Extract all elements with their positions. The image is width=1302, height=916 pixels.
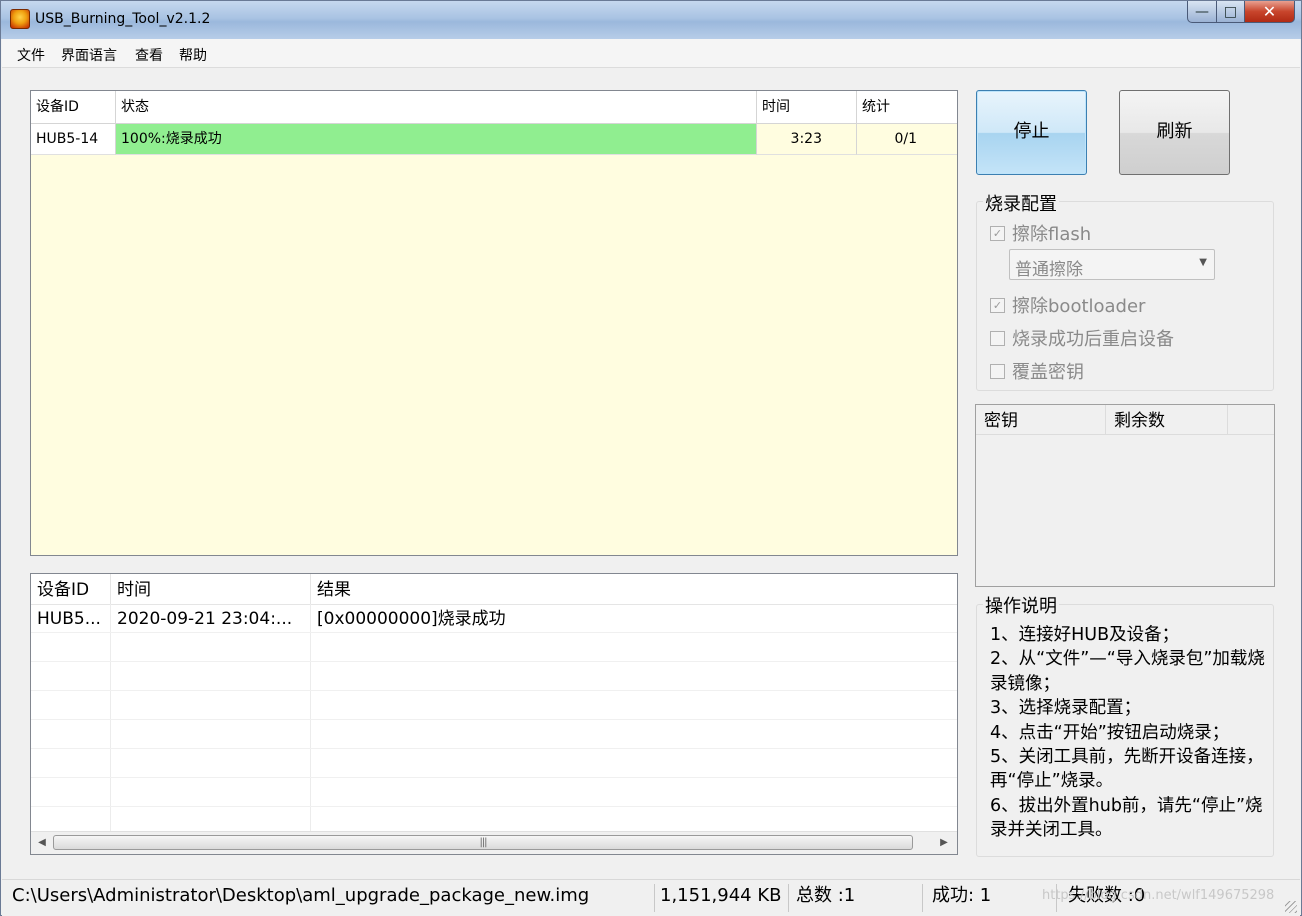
result-rows: HUB5... 2020-09-21 23:04:... [0x00000000… [31,604,957,836]
checkbox-empty-icon [990,330,1005,346]
refresh-button[interactable]: 刷新 [1119,90,1230,175]
empty-row [31,662,957,691]
maximize-button[interactable]: □ [1217,1,1245,23]
result-time: 2020-09-21 23:04:... [111,604,311,632]
close-icon: ✕ [1262,2,1277,21]
erase-bootloader-checkbox[interactable]: ✓ 擦除bootloader [990,292,1145,318]
maximize-icon: □ [1223,3,1238,20]
app-window: USB_Burning_Tool_v2.1.2 — □ ✕ 文件 界面语言 查看… [0,0,1302,916]
help-line: 4、点击“开始”按钮启动烧录； [990,722,1230,743]
status-file-path: C:\Users\Administrator\Desktop\aml_upgra… [12,885,590,906]
col-stats[interactable]: 统计 [857,91,957,123]
status-success: 成功: 1 [932,885,992,906]
reboot-after-label: 烧录成功后重启设备 [1012,329,1174,350]
erase-flash-label: 擦除flash [1012,224,1092,245]
title-bar[interactable]: USB_Burning_Tool_v2.1.2 — □ ✕ [1,1,1301,39]
device-id-cell: HUB5-14 [31,124,116,155]
help-text: 1、连接好HUB及设备； 2、从“文件”—“导入烧录包”加载烧录镜像； 3、选择… [990,623,1274,843]
menu-file[interactable]: 文件 [17,45,45,65]
col-remaining[interactable]: 剩余数 [1106,405,1228,435]
scroll-thumb[interactable]: ||| [53,835,913,850]
window-controls: — □ ✕ [1187,1,1295,25]
checkbox-checked-icon: ✓ [990,297,1005,313]
scroll-right-icon[interactable]: ▶ [935,834,953,852]
time-cell: 3:23 [757,124,857,155]
device-row[interactable]: HUB5-14 100%:烧录成功 3:23 0/1 [31,124,957,155]
close-button[interactable]: ✕ [1245,1,1295,23]
result-log[interactable]: 设备ID 时间 结果 HUB5... 2020-09-21 23:04:... … [30,573,958,855]
help-line: 3、选择烧录配置； [990,698,1142,719]
help-line: 6、拔出外置hub前，请先“停止”烧录并关闭工具。 [990,795,1263,841]
minimize-icon: — [1195,3,1209,20]
erase-bootloader-label: 擦除bootloader [1012,296,1146,317]
help-group: 操作说明 1、连接好HUB及设备； 2、从“文件”—“导入烧录包”加载烧录镜像；… [976,592,1274,857]
burn-config-group: 烧录配置 ✓ 擦除flash 普通擦除 ▼ ✓ 擦除bootloader 烧录成功后… [976,190,1274,391]
empty-row [31,691,957,720]
help-title: 操作说明 [983,592,1059,618]
empty-row [31,749,957,778]
menu-view[interactable]: 查看 [135,45,163,65]
key-list[interactable]: 密钥 剩余数 [975,404,1275,587]
result-log-header: 设备ID 时间 结果 [31,574,957,605]
grip-icon: ||| [479,837,487,848]
resize-grip-icon[interactable] [1285,901,1297,913]
stats-cell: 0/1 [857,124,957,155]
progress-text: 100%:烧录成功 [121,131,222,147]
status-file-size: 1,151,944 KB [660,885,782,906]
result-row[interactable]: HUB5... 2020-09-21 23:04:... [0x00000000… [31,604,957,633]
checkbox-empty-icon [990,363,1005,379]
watermark: https://blog.csdn.net/wlf149675298 [1042,888,1275,903]
scroll-left-icon[interactable]: ◀ [33,834,51,852]
menu-language[interactable]: 界面语言 [61,45,117,65]
col-key[interactable]: 密钥 [976,405,1106,435]
col-empty [1228,405,1274,435]
burn-config-title: 烧录配置 [983,190,1059,216]
erase-mode-select[interactable]: 普通擦除 ▼ [1009,249,1215,280]
help-line: 2、从“文件”—“导入烧录包”加载烧录镜像； [990,649,1265,694]
status-bar: C:\Users\Administrator\Desktop\aml_upgra… [2,879,1300,916]
overwrite-key-label: 覆盖密钥 [1012,362,1084,383]
col-device-id[interactable]: 设备ID [31,91,116,123]
empty-row [31,633,957,662]
menu-help[interactable]: 帮助 [179,45,207,65]
stop-button[interactable]: 停止 [976,90,1087,175]
status-total: 总数 :1 [796,885,856,906]
progress-cell: 100%:烧录成功 [116,124,757,155]
overwrite-key-checkbox[interactable]: 覆盖密钥 [990,358,1084,384]
col-device-id[interactable]: 设备ID [31,574,111,604]
col-time[interactable]: 时间 [111,574,311,604]
erase-flash-checkbox[interactable]: ✓ 擦除flash [990,220,1091,246]
device-list[interactable]: 设备ID 状态 时间 统计 HUB5-14 100%:烧录成功 3:23 0/1 [30,90,958,556]
reboot-after-checkbox[interactable]: 烧录成功后重启设备 [990,325,1174,351]
horizontal-scrollbar[interactable]: ◀ ||| ▶ [31,831,957,854]
dropdown-arrow-icon: ▼ [1199,257,1207,268]
result-text: [0x00000000]烧录成功 [317,609,506,629]
result-device-id: HUB5... [31,604,111,632]
app-icon [10,9,30,29]
col-time[interactable]: 时间 [757,91,857,123]
empty-row [31,720,957,749]
help-line: 1、连接好HUB及设备； [990,625,1180,645]
erase-mode-value: 普通擦除 [1015,260,1083,280]
checkbox-checked-icon: ✓ [990,225,1005,241]
col-status[interactable]: 状态 [116,91,757,123]
window-title: USB_Burning_Tool_v2.1.2 [35,11,211,27]
empty-row [31,778,957,807]
minimize-button[interactable]: — [1187,1,1217,23]
help-line: 5、关闭工具前，先断开设备连接，再“停止”烧录。 [990,747,1264,792]
col-result[interactable]: 结果 [311,574,957,604]
device-list-header: 设备ID 状态 时间 统计 [31,91,957,124]
menu-bar: 文件 界面语言 查看 帮助 [2,39,1300,68]
